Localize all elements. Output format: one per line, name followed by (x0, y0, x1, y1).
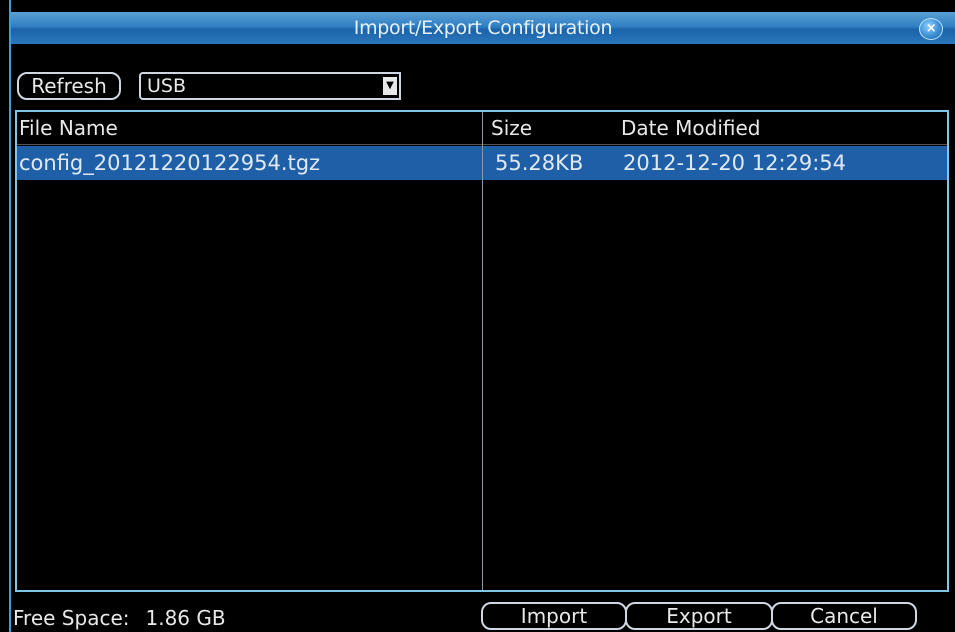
import-button[interactable]: Import (481, 602, 627, 630)
refresh-button[interactable]: Refresh (17, 72, 121, 100)
column-header-file-name[interactable]: File Name (19, 112, 118, 144)
file-size-cell: 55.28KB (495, 151, 584, 175)
file-table: File Name Size Date Modified config_2012… (15, 110, 949, 592)
column-header-date-modified[interactable]: Date Modified (621, 112, 761, 144)
title-bar: Import/Export Configuration × (11, 12, 955, 44)
column-header-size[interactable]: Size (491, 112, 532, 144)
close-icon: × (925, 21, 937, 36)
import-export-dialog: Import/Export Configuration × Refresh US… (9, 0, 955, 632)
column-divider (482, 112, 483, 590)
dialog-title: Import/Export Configuration (353, 17, 613, 39)
free-space-label: Free Space: (13, 606, 130, 630)
free-space-info: Free Space: 1.86 GB (13, 604, 226, 632)
export-button[interactable]: Export (625, 602, 773, 630)
device-select[interactable]: USB ▼ (139, 72, 401, 100)
chevron-down-icon[interactable]: ▼ (383, 77, 397, 95)
file-date-cell: 2012-12-20 12:29:54 (623, 151, 847, 175)
file-name-cell: config_20121220122954.tgz (19, 151, 321, 175)
close-button[interactable]: × (919, 18, 943, 40)
footer: Free Space: 1.86 GB Import Export Cancel (11, 598, 955, 632)
free-space-value: 1.86 GB (145, 606, 226, 630)
cancel-button[interactable]: Cancel (771, 602, 917, 630)
device-select-value: USB (147, 75, 187, 97)
